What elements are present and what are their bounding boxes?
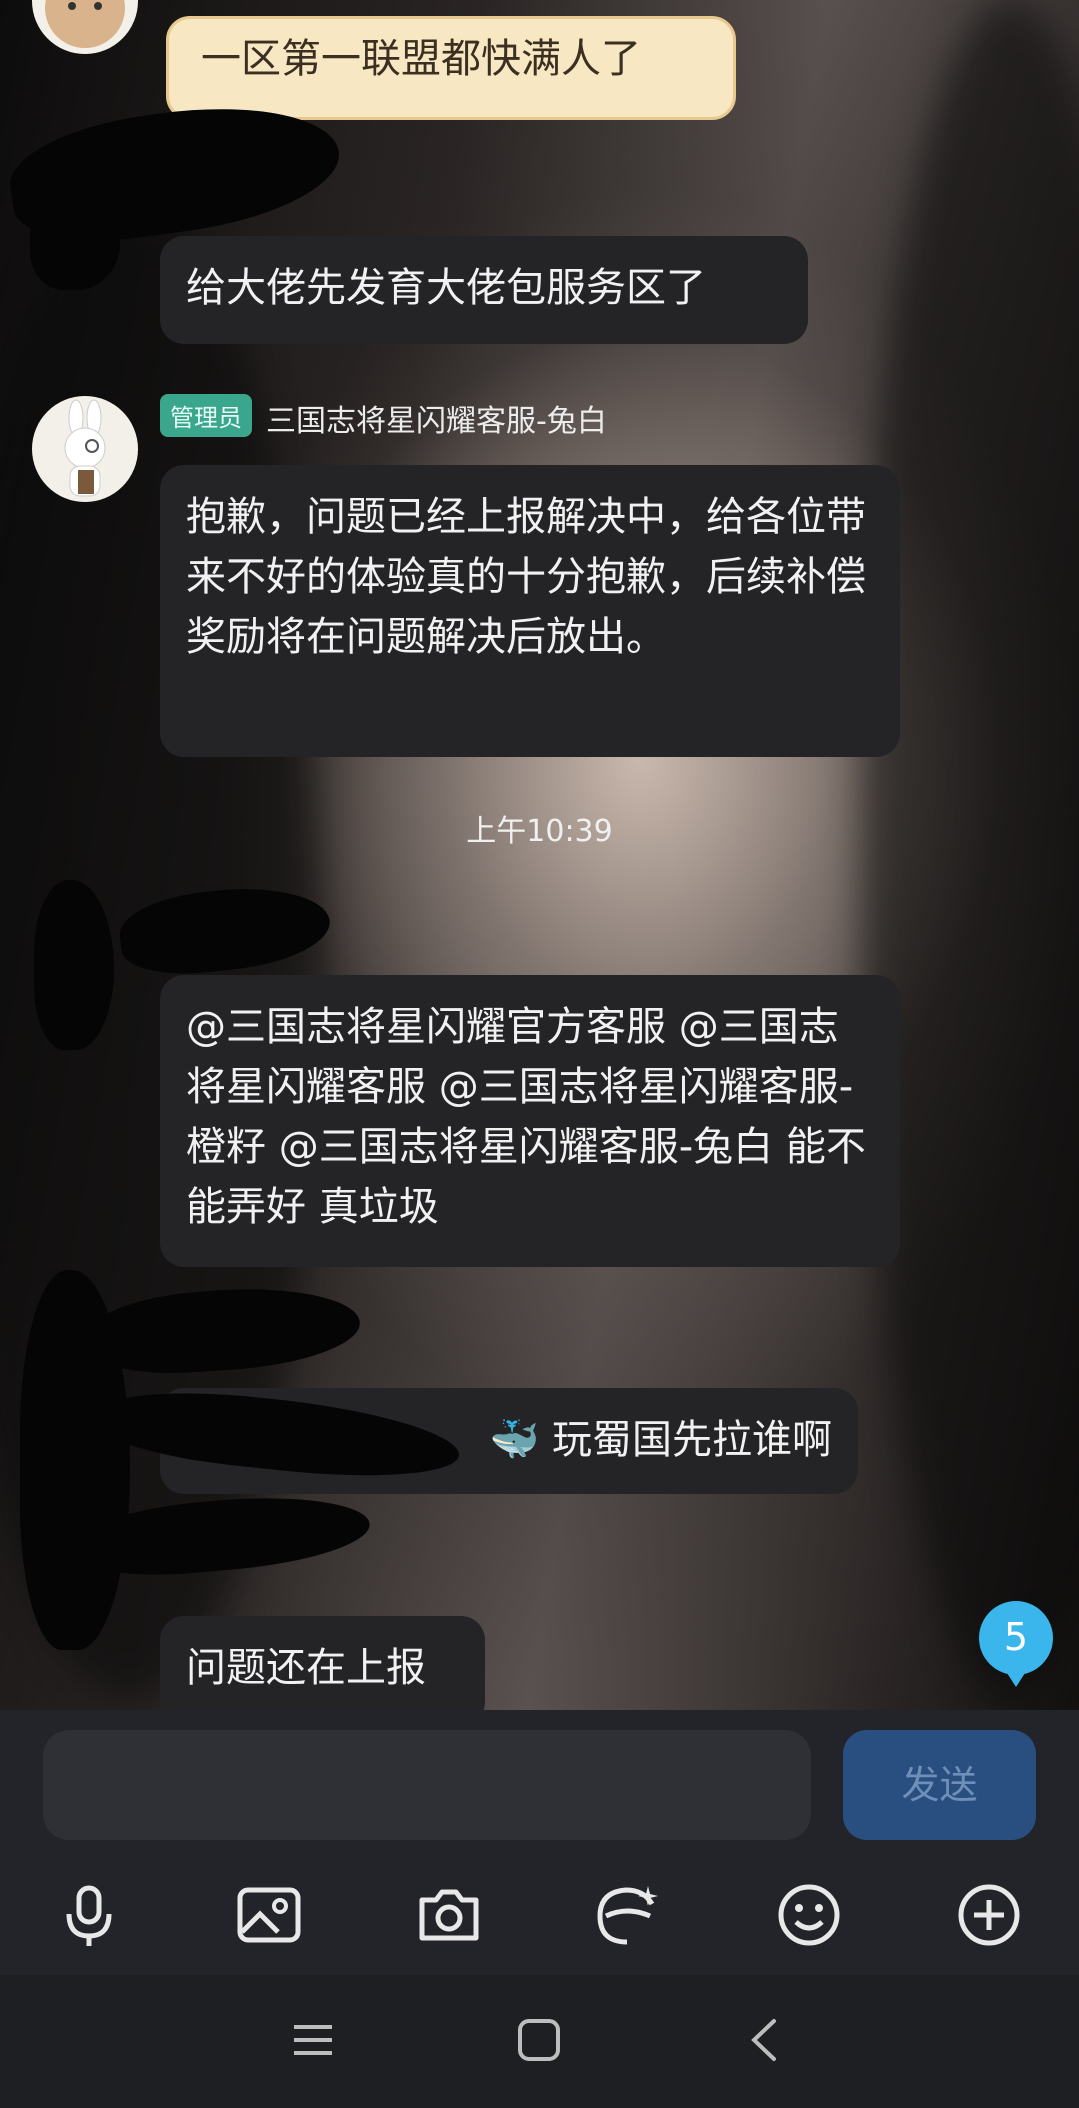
timestamp: 上午10:39 [466,814,613,849]
message-bubble[interactable]: 问题还在上报 [160,1616,485,1710]
admin-avatar[interactable] [32,396,138,502]
wallpaper-shadow [860,0,1079,1700]
redaction-scribble [30,190,120,290]
unread-count-badge[interactable]: 5 [979,1601,1053,1687]
message-text: 抱歉，问题已经上报解决中，给各位带来不好的体验真的十分抱歉，后续补偿奖励将在问题… [186,494,866,660]
chat-area[interactable]: 一区第一联盟都快满人了 给大佬先发育大佬包服务区了 管理员 三国志将星闪耀客服-… [0,0,1079,1710]
emoji-icon[interactable] [774,1880,844,1950]
admin-badge: 管理员 [160,394,252,437]
message-bubble[interactable]: @三国志将星闪耀官方客服 @三国志将星闪耀客服 @三国志将星闪耀客服-橙籽 @三… [160,975,900,1267]
plus-icon[interactable] [954,1880,1024,1950]
message-bubble[interactable]: 一区第一联盟都快满人了 [166,16,736,120]
message-text: 一区第一联盟都快满人了 [201,36,641,82]
microphone-icon[interactable] [54,1880,124,1950]
home-icon[interactable] [514,2015,564,2065]
recent-apps-icon[interactable] [288,2015,338,2065]
back-icon[interactable] [740,2015,790,2065]
message-input[interactable] [43,1730,811,1840]
message-text: @三国志将星闪耀官方客服 @三国志将星闪耀客服 @三国志将星闪耀客服-橙籽 @三… [186,1004,866,1230]
message-text: 玩蜀国先拉谁啊 [552,1417,832,1463]
sticker-icon[interactable] [592,1880,662,1950]
system-nav-bar [0,1975,1079,2108]
composer-toolbar [0,1870,1079,1960]
composer: 发送 [0,1710,1079,1975]
camera-icon[interactable] [414,1880,484,1950]
sender-name[interactable]: 三国志将星闪耀客服-兔白 [266,396,607,440]
avatar[interactable] [32,0,138,54]
send-button[interactable]: 发送 [843,1730,1036,1840]
message-text: 给大佬先发育大佬包服务区了 [186,265,706,311]
message-text: 问题还在上报 [186,1645,426,1691]
image-icon[interactable] [234,1880,304,1950]
whale-icon: 🐳 [489,1417,540,1463]
message-bubble[interactable]: 给大佬先发育大佬包服务区了 [160,236,808,344]
message-bubble[interactable]: 抱歉，问题已经上报解决中，给各位带来不好的体验真的十分抱歉，后续补偿奖励将在问题… [160,465,900,757]
